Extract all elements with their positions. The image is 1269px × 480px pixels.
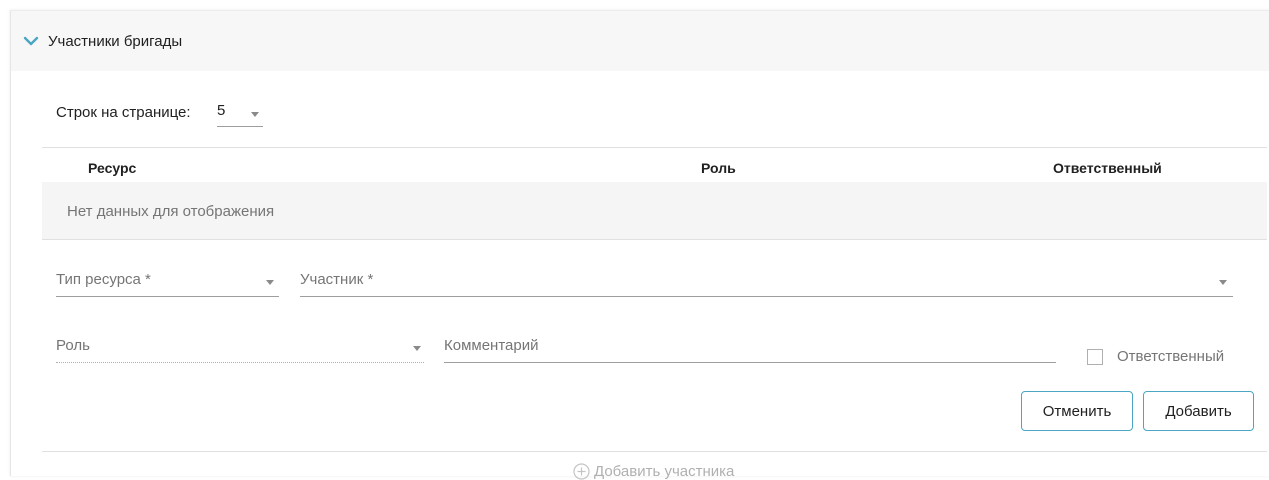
column-header-resource[interactable]: Ресурс [88, 160, 136, 176]
role-select[interactable]: Роль [56, 337, 424, 363]
responsible-label[interactable]: Ответственный [1117, 348, 1224, 365]
table-empty-row: Нет данных для отображения [42, 182, 1267, 240]
participant-underline [300, 296, 1233, 297]
resource-type-underline [56, 296, 279, 297]
role-label: Роль [56, 337, 90, 354]
rows-per-page-label: Строк на странице: [56, 104, 191, 121]
caret-down-icon [413, 346, 421, 351]
add-member-label: Добавить участника [594, 463, 735, 480]
column-header-responsible[interactable]: Ответственный [1053, 160, 1162, 176]
participant-select[interactable]: Участник * [300, 271, 1233, 297]
role-underline [56, 362, 424, 363]
resource-type-label: Тип ресурса * [56, 271, 151, 288]
caret-down-icon [251, 112, 259, 117]
cancel-button[interactable]: Отменить [1021, 391, 1133, 431]
caret-down-icon [266, 280, 274, 285]
comment-label: Комментарий [444, 337, 539, 354]
panel-title: Участники бригады [48, 33, 183, 50]
column-header-role[interactable]: Роль [701, 160, 736, 176]
panel-header[interactable]: Участники бригады [11, 11, 1269, 71]
comment-underline [444, 362, 1056, 363]
empty-message: Нет данных для отображения [67, 203, 275, 220]
responsible-checkbox[interactable] [1087, 349, 1103, 365]
rows-per-page-value: 5 [217, 102, 226, 119]
chevron-down-icon[interactable] [23, 35, 39, 47]
caret-down-icon [1219, 280, 1227, 285]
participant-label: Участник * [300, 271, 374, 288]
comment-input[interactable]: Комментарий [444, 337, 1056, 363]
team-members-panel: Участники бригады Строк на странице: 5 Р… [10, 10, 1269, 480]
rows-per-page-select[interactable]: 5 [217, 101, 263, 127]
table-divider [42, 147, 1267, 148]
plus-circle-icon [573, 463, 590, 480]
add-member-button[interactable]: Добавить участника [573, 463, 734, 480]
footer-divider [42, 451, 1267, 452]
resource-type-select[interactable]: Тип ресурса * [56, 271, 279, 297]
add-button[interactable]: Добавить [1143, 391, 1254, 431]
